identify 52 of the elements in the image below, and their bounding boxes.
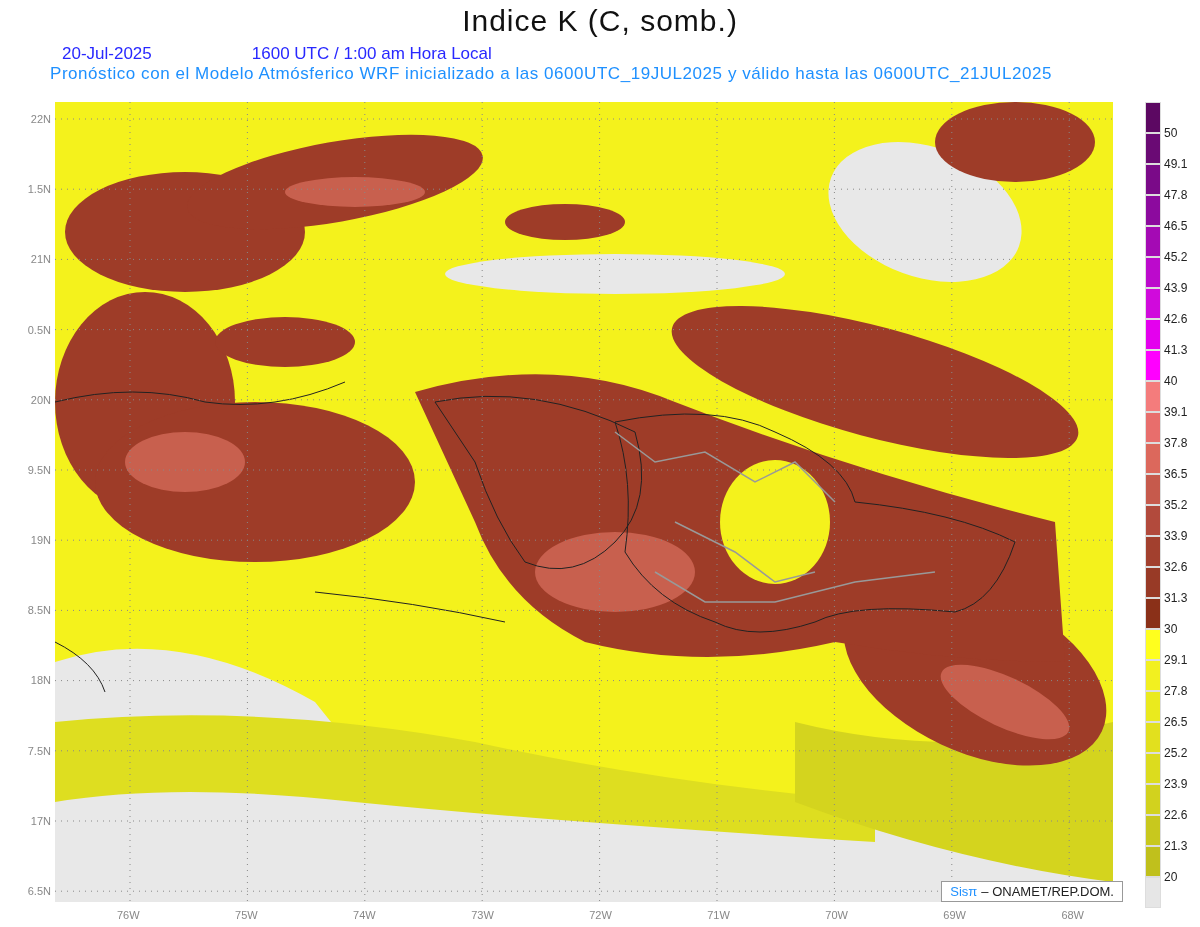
colorbar-label: 29.1 (1164, 654, 1188, 666)
latitude-label: 0.5N (27, 322, 51, 337)
forecast-date: 20-Jul-2025 (62, 44, 152, 64)
latitude-label: 8.5N (27, 603, 51, 618)
colorbar-label: 40 (1164, 375, 1178, 387)
latitude-label: 1.5N (27, 182, 51, 197)
longitude-label: 71W (707, 908, 730, 922)
latitude-label: 21N (30, 252, 51, 267)
colorbar-label: 31.3 (1164, 592, 1188, 604)
credit-text: – ONAMET/REP.DOM. (981, 884, 1114, 899)
colorbar-label: 30 (1164, 623, 1178, 635)
colorbar-label: 37.8 (1164, 437, 1188, 449)
colorbar-label: 32.6 (1164, 561, 1188, 573)
latitude-label: 9.5N (27, 462, 51, 477)
longitude-label: 73W (471, 908, 494, 922)
colorbar-label: 23.9 (1164, 778, 1188, 790)
longitude-label: 74W (353, 908, 376, 922)
forecast-subtitle: Pronóstico con el Modelo Atmósferico WRF inicializado a las 0600UTC_19JUL2025 y válido hasta las 0600UTC_21JUL2025 (50, 64, 1052, 83)
colorbar-label: 47.8 (1164, 189, 1188, 201)
chart-title: Indice K (C, somb.) (461, 3, 739, 39)
colorbar-label: 22.6 (1164, 809, 1188, 821)
longitude-label: 69W (943, 908, 966, 922)
latitude-label: 17N (30, 813, 51, 828)
colorbar-label: 46.5 (1164, 220, 1188, 232)
colorbar-label: 36.5 (1164, 468, 1188, 480)
latitude-label: 19N (30, 533, 51, 548)
colorbar-label: 35.2 (1164, 499, 1188, 511)
latitude-label: 20N (30, 392, 51, 407)
longitude-label: 75W (235, 908, 258, 922)
colorbar-label: 39.1 (1164, 406, 1188, 418)
forecast-time: 1600 UTC / 1:00 am Hora Local (251, 44, 492, 64)
colorbar-label: 20 (1164, 871, 1178, 883)
latitude-label: 6.5N (27, 883, 51, 898)
colorbar-label: 43.9 (1164, 282, 1188, 294)
colorbar-label: 45.2 (1164, 251, 1188, 263)
colorbar-label: 21.3 (1164, 840, 1188, 852)
longitude-label: 72W (589, 908, 612, 922)
longitude-label: 68W (1061, 908, 1084, 922)
latitude-label: 7.5N (27, 743, 51, 758)
colorbar-label: 50 (1164, 127, 1178, 139)
colorbar-label: 33.9 (1164, 530, 1188, 542)
longitude-label: 76W (117, 908, 140, 922)
brand-logo-text: Sisπ (950, 884, 978, 899)
colorbar-label: 49.1 (1164, 158, 1188, 170)
colorbar-label: 27.8 (1164, 685, 1188, 697)
longitude-label: 70W (825, 908, 848, 922)
colorbar-label: 26.5 (1164, 716, 1188, 728)
latitude-label: 22N (30, 112, 51, 126)
colorbar-label: 25.2 (1164, 747, 1188, 759)
colorbar-label: 42.6 (1164, 313, 1188, 325)
latitude-label: 18N (30, 673, 51, 688)
colorbar-label: 41.3 (1164, 344, 1188, 356)
